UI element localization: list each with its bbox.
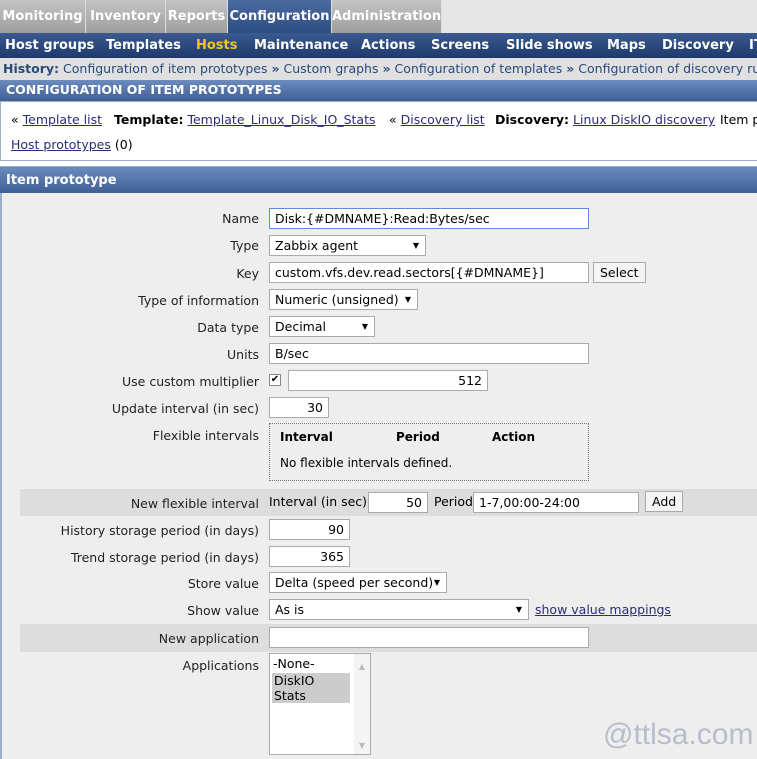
update-interval-label: Update interval (in sec) xyxy=(111,401,259,416)
tab-configuration[interactable]: Configuration xyxy=(228,0,332,33)
trend-label: Trend storage period (in days) xyxy=(70,550,259,565)
key-input[interactable]: custom.vfs.dev.read.sectors[{#DMNAME}] xyxy=(269,262,589,283)
application-option-selected[interactable]: DiskIO Stats xyxy=(272,673,350,703)
show-value-mappings-link[interactable]: show value mappings xyxy=(535,602,671,617)
applications-label: Applications xyxy=(182,658,259,673)
nav-hosts[interactable]: Hosts xyxy=(196,33,238,58)
new-flex-label: New flexible interval xyxy=(130,496,259,511)
col-action: Action xyxy=(492,430,536,444)
tab-inventory[interactable]: Inventory xyxy=(86,0,166,33)
page-title: CONFIGURATION OF ITEM PROTOTYPES xyxy=(0,80,757,101)
nav-maintenance[interactable]: Maintenance xyxy=(254,33,348,58)
scroll-up-icon[interactable]: ▲ xyxy=(354,662,370,671)
discovery-label: Discovery: xyxy=(495,112,570,127)
nav-host-groups[interactable]: Host groups xyxy=(5,33,94,58)
host-prototypes-count: (0) xyxy=(114,137,133,152)
update-interval-input[interactable]: 30 xyxy=(269,397,329,418)
nav-it[interactable]: IT xyxy=(749,33,757,58)
trend-input[interactable]: 365 xyxy=(269,546,350,567)
units-input[interactable]: B/sec xyxy=(269,343,589,364)
scrollbar[interactable]: ▲ ▼ xyxy=(354,654,370,754)
template-list-link[interactable]: Template list xyxy=(23,112,102,127)
flexible-intervals-label: Flexible intervals xyxy=(152,428,259,443)
units-label: Units xyxy=(227,347,259,362)
tab-reports[interactable]: Reports xyxy=(166,0,228,33)
nav-screens[interactable]: Screens xyxy=(431,33,489,58)
nav-templates[interactable]: Templates xyxy=(106,33,181,58)
multiplier-input[interactable]: 512 xyxy=(288,370,488,391)
history-label: History storage period (in days) xyxy=(60,523,259,538)
history-breadcrumb: History: Configuration of item prototype… xyxy=(0,58,757,80)
show-value-label: Show value xyxy=(187,603,259,618)
history-item[interactable]: Configuration of discovery rules xyxy=(578,61,757,76)
history-input[interactable]: 90 xyxy=(269,519,350,540)
tab-administration[interactable]: Administration xyxy=(332,0,442,33)
flexible-intervals-table: Interval Period Action No flexible inter… xyxy=(269,423,589,481)
tab-monitoring[interactable]: Monitoring xyxy=(0,0,86,33)
top-tabs: Monitoring Inventory Reports Configurati… xyxy=(0,0,757,33)
multiplier-checkbox[interactable]: ✔ xyxy=(269,374,281,386)
new-application-input[interactable] xyxy=(269,627,589,648)
no-intervals-text: No flexible intervals defined. xyxy=(280,456,453,470)
type-label: Type xyxy=(230,238,259,253)
name-input[interactable]: Disk:{#DMNAME}:Read:Bytes/sec xyxy=(269,208,589,229)
template-link[interactable]: Template_Linux_Disk_IO_Stats xyxy=(187,112,375,127)
flex-interval-label: Interval (in sec) xyxy=(269,494,368,509)
section-title: Item prototype xyxy=(0,166,757,193)
discovery-list-link[interactable]: Discovery list xyxy=(401,112,485,127)
history-item[interactable]: Configuration of item prototypes xyxy=(63,61,267,76)
history-label: History: xyxy=(3,61,60,76)
add-flex-button[interactable]: Add xyxy=(645,491,684,512)
show-value-select[interactable]: As is xyxy=(269,599,529,620)
flex-interval-input[interactable]: 50 xyxy=(368,492,428,513)
flex-period-input[interactable]: 1-7,00:00-24:00 xyxy=(473,492,639,513)
template-label: Template: xyxy=(114,112,184,127)
sub-nav: Host groups Templates Hosts Maintenance … xyxy=(0,33,757,58)
navigation-links: « Template list Template: Template_Linux… xyxy=(0,101,757,161)
col-period: Period xyxy=(396,430,440,444)
item-prototypes-label: Item p xyxy=(720,112,757,127)
multiplier-label: Use custom multiplier xyxy=(122,374,259,389)
watermark: @ttlsa.com xyxy=(603,718,754,751)
type-select[interactable]: Zabbix agent xyxy=(269,235,426,256)
store-value-label: Store value xyxy=(187,576,259,591)
nav-maps[interactable]: Maps xyxy=(607,33,646,58)
nav-slide-shows[interactable]: Slide shows xyxy=(506,33,593,58)
applications-list[interactable]: -None- DiskIO Stats ▲ ▼ xyxy=(269,653,371,755)
discovery-link[interactable]: Linux DiskIO discovery xyxy=(573,112,715,127)
col-interval: Interval xyxy=(280,430,333,444)
host-prototypes-link[interactable]: Host prototypes xyxy=(11,137,111,152)
nav-actions[interactable]: Actions xyxy=(361,33,415,58)
history-item[interactable]: Configuration of templates xyxy=(395,61,563,76)
flex-period-label: Period xyxy=(434,494,473,509)
history-item[interactable]: Custom graphs xyxy=(284,61,379,76)
name-label: Name xyxy=(222,211,259,226)
new-application-label: New application xyxy=(158,631,259,646)
store-value-select[interactable]: Delta (speed per second) xyxy=(269,572,447,593)
key-label: Key xyxy=(236,266,259,281)
type-info-select[interactable]: Numeric (unsigned) xyxy=(269,289,418,310)
nav-discovery[interactable]: Discovery xyxy=(662,33,734,58)
scroll-down-icon[interactable]: ▼ xyxy=(354,741,370,750)
data-type-label: Data type xyxy=(197,320,259,335)
type-info-label: Type of information xyxy=(138,293,259,308)
select-key-button[interactable]: Select xyxy=(593,262,646,283)
data-type-select[interactable]: Decimal xyxy=(269,316,375,337)
